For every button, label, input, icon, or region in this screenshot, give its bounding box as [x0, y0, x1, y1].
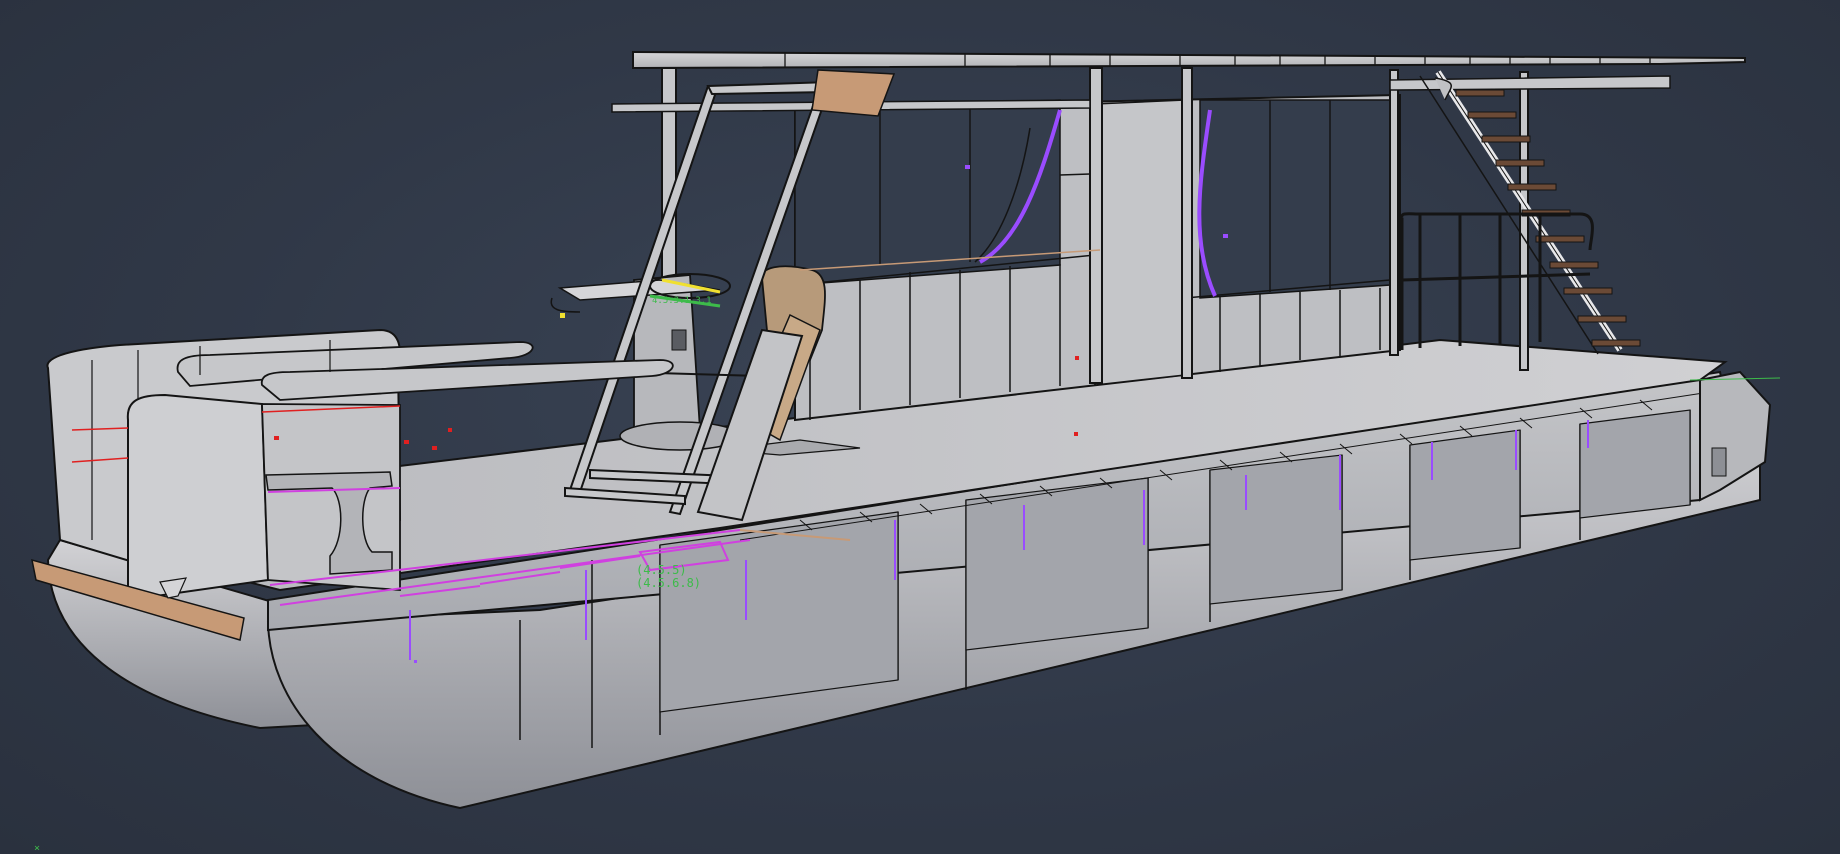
- boat-model-render[interactable]: [0, 0, 1840, 854]
- axis-icon: ×: [34, 843, 41, 854]
- stern-transom: [1689, 370, 1781, 502]
- rear-railing: [1400, 212, 1594, 350]
- 3d-viewport[interactable]: (4.5.5) (4.5.6.8) 4.5.3.1.3.1 ×: [0, 0, 1840, 854]
